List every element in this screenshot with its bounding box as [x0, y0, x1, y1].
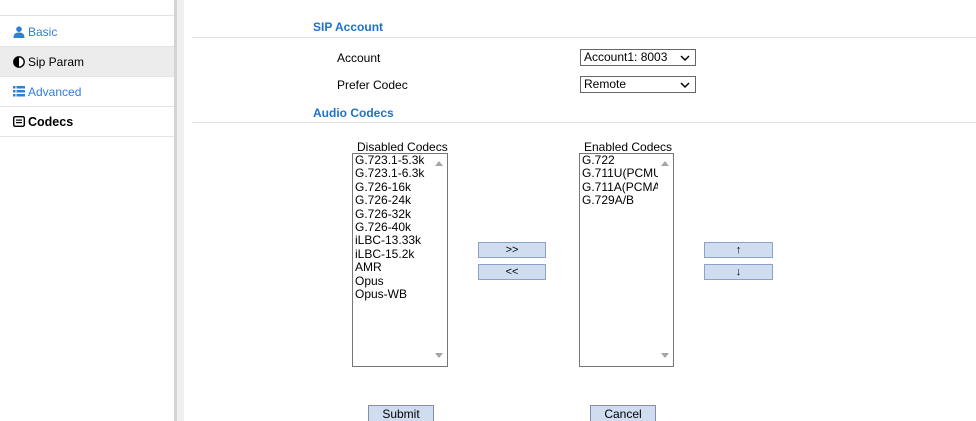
list-icon [13, 86, 25, 98]
user-icon [13, 25, 25, 38]
contrast-icon [13, 55, 25, 68]
chevron-down-icon [679, 52, 691, 64]
sidebar-item-label: Advanced [28, 84, 82, 99]
scroll-up-icon[interactable] [661, 161, 669, 166]
codec-icon [13, 116, 25, 128]
move-left-button[interactable]: << [478, 264, 546, 280]
prefer-codec-select[interactable]: Remote [580, 76, 696, 93]
sidebar: Basic Sip Param Advanced Codecs [0, 0, 174, 421]
prefer-codec-select-value: Remote [584, 77, 627, 91]
sip-account-divider [192, 37, 976, 38]
enabled-codecs-list[interactable]: G.722 G.711U(PCMU G.711A(PCMA G.729A/B [579, 153, 674, 367]
sidebar-item-basic[interactable]: Basic [0, 17, 174, 47]
account-label: Account [337, 51, 381, 65]
enabled-codecs-scrollbar[interactable] [658, 154, 673, 366]
sidebar-top-spacer [0, 0, 174, 16]
enabled-codecs-caption: Enabled Codecs [584, 140, 673, 154]
audio-codecs-divider [192, 122, 976, 123]
move-right-button[interactable]: >> [478, 242, 546, 258]
sip-account-title: SIP Account [313, 20, 384, 34]
sidebar-item-sip-param[interactable]: Sip Param [0, 47, 174, 77]
sidebar-item-codecs[interactable]: Codecs [0, 107, 174, 137]
chevron-down-icon [679, 79, 691, 91]
account-select[interactable]: Account1: 8003 [580, 49, 696, 66]
prefer-codec-label: Prefer Codec [337, 78, 408, 92]
sidebar-item-label: Basic [28, 24, 58, 39]
sidebar-item-label: Codecs [28, 114, 74, 129]
submit-button[interactable]: Submit [368, 405, 434, 421]
disabled-codecs-list[interactable]: G.723.1-5.3k G.723.1-6.3k G.726-16k G.726-2… [352, 153, 448, 367]
sidebar-item-advanced[interactable]: Advanced [0, 77, 174, 107]
disabled-codecs-caption: Disabled Codecs [357, 140, 448, 154]
disabled-codecs-scrollbar[interactable] [432, 154, 447, 366]
cancel-button[interactable]: Cancel [590, 405, 656, 421]
account-select-value: Account1: 8003 [584, 50, 668, 64]
sidebar-divider-shadow [177, 0, 184, 421]
audio-codecs-title: Audio Codecs [313, 106, 394, 120]
scroll-up-icon[interactable] [435, 161, 443, 166]
scroll-down-icon[interactable] [435, 353, 443, 358]
move-up-button[interactable]: ↑ [704, 242, 773, 258]
move-down-button[interactable]: ↓ [704, 264, 773, 280]
scroll-down-icon[interactable] [661, 353, 669, 358]
sidebar-item-label: Sip Param [28, 54, 85, 69]
